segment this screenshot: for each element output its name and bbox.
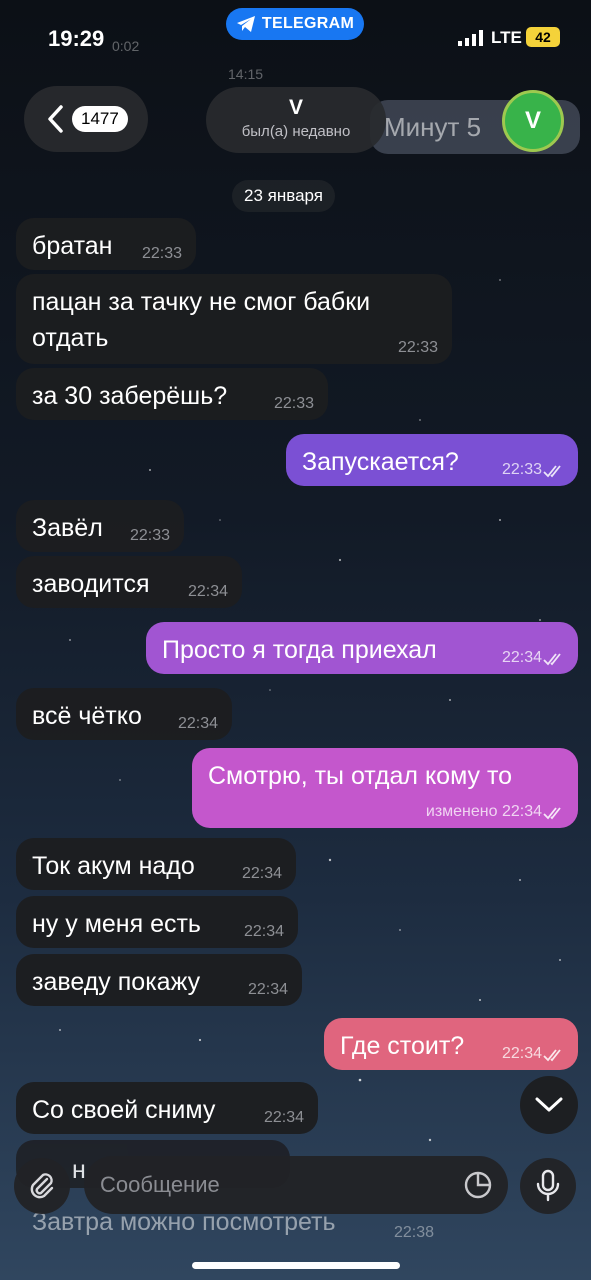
- message-time: 22:34: [241, 865, 282, 882]
- read-check-icon: [543, 807, 561, 820]
- message-text: Где стоит?: [340, 1032, 465, 1060]
- contact-name: V: [288, 96, 303, 119]
- message-bubble[interactable]: Ток акум надо 22:34: [16, 838, 296, 890]
- back-button[interactable]: 1477: [24, 86, 148, 152]
- message-time: 22:34: [187, 583, 228, 600]
- message-text: Ток акум надо: [32, 852, 195, 880]
- message-bubble[interactable]: Просто я тогда приехал 22:34: [146, 622, 578, 674]
- sticker-icon[interactable]: [462, 1169, 494, 1201]
- network-type: LTE: [491, 28, 522, 47]
- behind-message-time: 22:38: [394, 1224, 435, 1241]
- message-bubble[interactable]: заводится 22:34: [16, 556, 242, 608]
- microphone-icon: [536, 1169, 560, 1202]
- message-bubble[interactable]: Смотрю, ты отдал кому то изменено 22:34: [192, 748, 578, 828]
- date-separator: 23 января: [232, 180, 335, 212]
- message-time: 22:34: [501, 1045, 542, 1062]
- avatar-letter: V: [524, 107, 541, 134]
- message-bubble[interactable]: Со своей сниму 22:34: [16, 1082, 318, 1134]
- signal-icon: [458, 30, 483, 46]
- message-time: 22:33: [397, 339, 438, 356]
- message-text: за 30 заберёшь?: [32, 382, 228, 410]
- home-indicator[interactable]: [192, 1262, 400, 1269]
- message-bubble[interactable]: братан 22:33: [16, 218, 196, 270]
- message-bubble[interactable]: за 30 заберёшь? 22:33: [16, 368, 328, 420]
- message-time: 22:34: [177, 715, 218, 732]
- message-bubble[interactable]: ну у меня есть 22:34: [16, 896, 298, 948]
- avatar[interactable]: V: [502, 90, 564, 152]
- chat-title[interactable]: V был(а) недавно: [206, 87, 386, 153]
- chevron-left-icon: [48, 105, 63, 133]
- message-text: всё чётко: [32, 702, 142, 730]
- message-input[interactable]: [100, 1168, 440, 1202]
- message-time: 22:33: [129, 527, 170, 544]
- chevron-down-icon: [535, 1097, 563, 1112]
- ghost-message-text: Минут 5: [384, 112, 482, 142]
- message-text: пацан за тачку не смог бабки отдать: [32, 288, 371, 352]
- scroll-down-button[interactable]: [520, 1076, 578, 1134]
- paperclip-icon: [30, 1173, 54, 1199]
- telegram-icon: [236, 16, 255, 32]
- telegram-pill-label: TELEGRAM: [261, 15, 355, 32]
- read-check-icon: [543, 1049, 561, 1062]
- message-time: 22:33: [501, 461, 542, 478]
- message-bubble[interactable]: Завёл 22:33: [16, 500, 184, 552]
- telegram-pill[interactable]: TELEGRAM: [226, 8, 364, 40]
- battery-icon: 42: [526, 27, 560, 47]
- message-text: заводится: [32, 570, 150, 598]
- microphone-button[interactable]: [520, 1158, 576, 1214]
- message-text: Смотрю, ты отдал кому то: [208, 762, 513, 790]
- battery-level: 42: [535, 29, 551, 45]
- message-bubble[interactable]: заведу покажу 22:34: [16, 954, 302, 1006]
- message-text: ну у меня есть: [32, 910, 201, 938]
- contact-status: был(а) недавно: [241, 123, 351, 140]
- message-bubble[interactable]: Запускается? 22:33: [286, 434, 578, 486]
- message-text: Просто я тогда приехал: [162, 636, 437, 664]
- message-time: изменено 22:34: [425, 803, 542, 820]
- message-text: братан: [32, 232, 113, 260]
- message-text: Со своей сниму: [32, 1096, 216, 1124]
- message-time: 22:34: [501, 649, 542, 666]
- faint-timer: 0:02: [112, 38, 140, 54]
- message-time: 22:34: [263, 1109, 304, 1126]
- message-time: 22:34: [243, 923, 284, 940]
- status-bar: 0:02 14:15 19:29 TELEGRAM LTE 42: [0, 0, 591, 82]
- message-bubble[interactable]: пацан за тачку не смог бабки отдать 22:3…: [16, 274, 452, 364]
- message-bubble[interactable]: всё чётко 22:34: [16, 688, 232, 740]
- unread-count-badge: 1477: [72, 106, 128, 132]
- message-time: 22:34: [247, 981, 288, 998]
- message-bubble[interactable]: Где стоит? 22:34: [324, 1018, 578, 1070]
- message-time: 22:33: [273, 395, 314, 412]
- message-time: 22:33: [141, 245, 182, 262]
- clock: 19:29: [48, 26, 105, 51]
- message-field[interactable]: [84, 1156, 508, 1214]
- message-text: Завёл: [32, 514, 103, 542]
- message-text: Запускается?: [302, 448, 459, 476]
- attach-button[interactable]: [14, 1158, 70, 1214]
- read-check-icon: [543, 653, 561, 666]
- message-text: заведу покажу: [32, 968, 201, 996]
- read-check-icon: [543, 465, 561, 478]
- faint-time: 14:15: [228, 66, 264, 82]
